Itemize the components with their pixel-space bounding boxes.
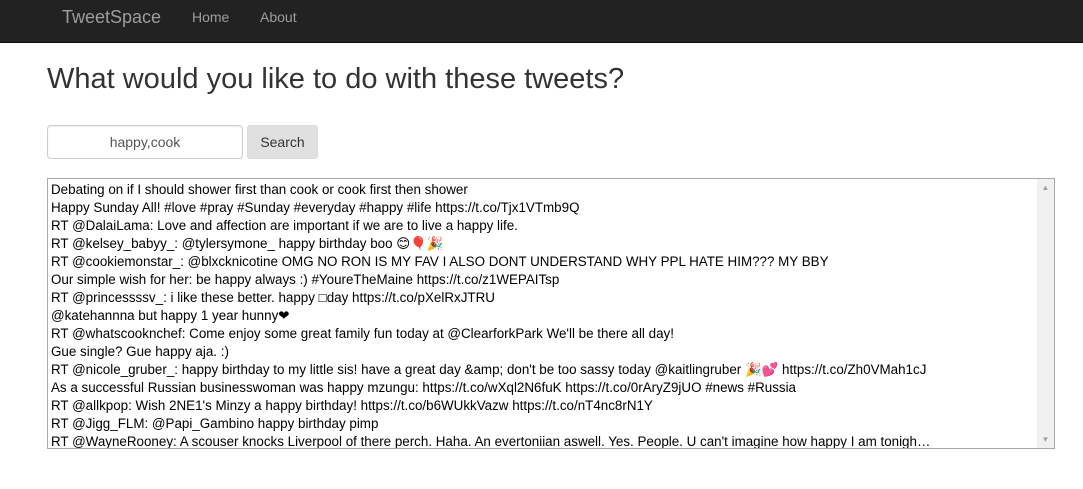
nav-link-home[interactable]: Home bbox=[192, 10, 229, 24]
tweet-line: RT @cookiemonstar_: @blxcknicotine OMG N… bbox=[51, 254, 829, 269]
tweet-line: RT @allkpop: Wish 2NE1's Minzy a happy b… bbox=[51, 398, 653, 413]
tweet-line: @katehannna but happy 1 year hunny❤ bbox=[51, 308, 290, 323]
brand-link[interactable]: TweetSpace bbox=[62, 8, 161, 26]
tweet-line: Gue single? Gue happy aja. :) bbox=[51, 344, 229, 359]
top-navbar: TweetSpace Home About bbox=[0, 0, 1083, 43]
tweet-line: RT @whatscooknchef: Come enjoy some grea… bbox=[51, 326, 674, 341]
tweet-line: Happy Sunday All! #love #pray #Sunday #e… bbox=[51, 200, 580, 215]
tweet-line: RT @DalaiLama: Love and affection are im… bbox=[51, 218, 518, 233]
tweet-line: RT @nicole_gruber_: happy birthday to my… bbox=[51, 362, 927, 377]
tweet-line: RT @princessssv_: i like these better. h… bbox=[51, 290, 495, 305]
scroll-up-arrow-icon[interactable]: ▲ bbox=[1037, 179, 1054, 196]
vertical-scrollbar[interactable]: ▲ ▼ bbox=[1037, 179, 1054, 448]
tweet-line: RT @WayneRooney: A scouser knocks Liverp… bbox=[51, 434, 931, 449]
nav-link-about[interactable]: About bbox=[260, 10, 297, 24]
scroll-down-arrow-icon[interactable]: ▼ bbox=[1037, 431, 1054, 448]
tweet-line: RT @Jigg_FLM: @Papi_Gambino happy birthd… bbox=[51, 416, 379, 431]
tweet-line: RT @kelsey_babyy_: @tylersymone_ happy b… bbox=[51, 236, 444, 251]
page-title: What would you like to do with these twe… bbox=[47, 63, 625, 95]
scroll-track[interactable] bbox=[1037, 196, 1054, 431]
search-input[interactable] bbox=[47, 125, 243, 159]
tweet-line: Our simple wish for her: be happy always… bbox=[51, 272, 560, 287]
tweets-list: Debating on if I should shower first tha… bbox=[51, 181, 1036, 449]
tweet-line: As a successful Russian businesswoman wa… bbox=[51, 380, 797, 395]
tweet-line: Debating on if I should shower first tha… bbox=[51, 182, 468, 197]
tweets-textarea[interactable]: Debating on if I should shower first tha… bbox=[47, 178, 1055, 449]
search-button[interactable]: Search bbox=[247, 125, 318, 159]
